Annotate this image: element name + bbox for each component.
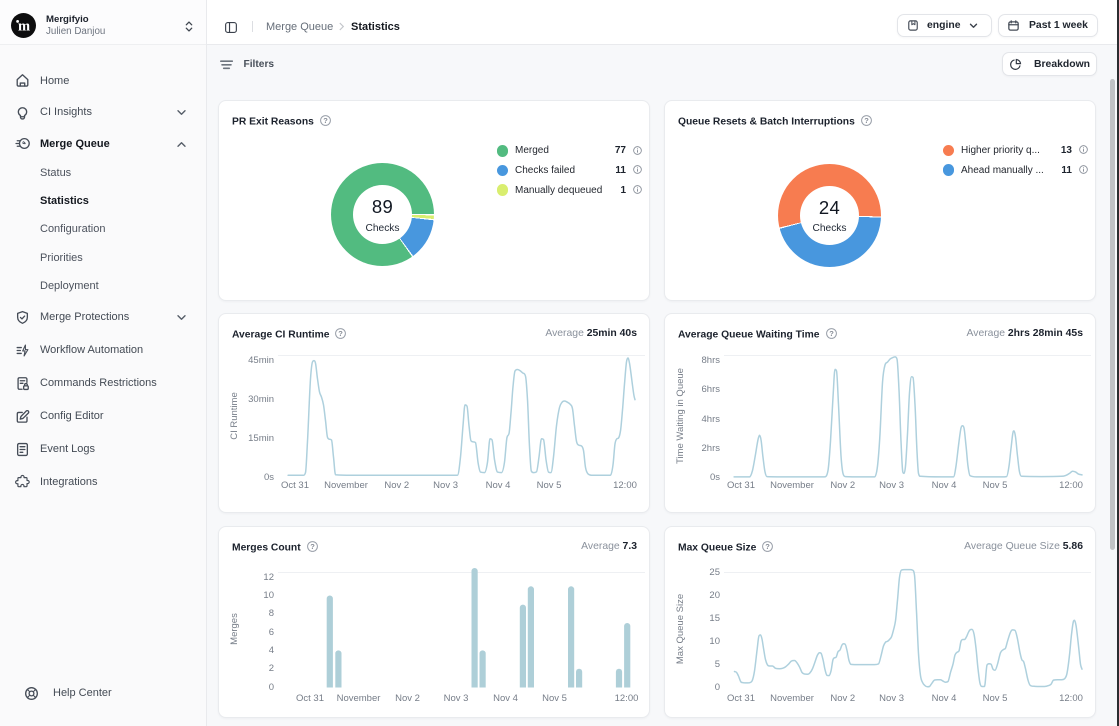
- svg-text:m: m: [18, 19, 30, 35]
- svg-text:?: ?: [323, 116, 328, 125]
- svg-text:?: ?: [864, 116, 869, 125]
